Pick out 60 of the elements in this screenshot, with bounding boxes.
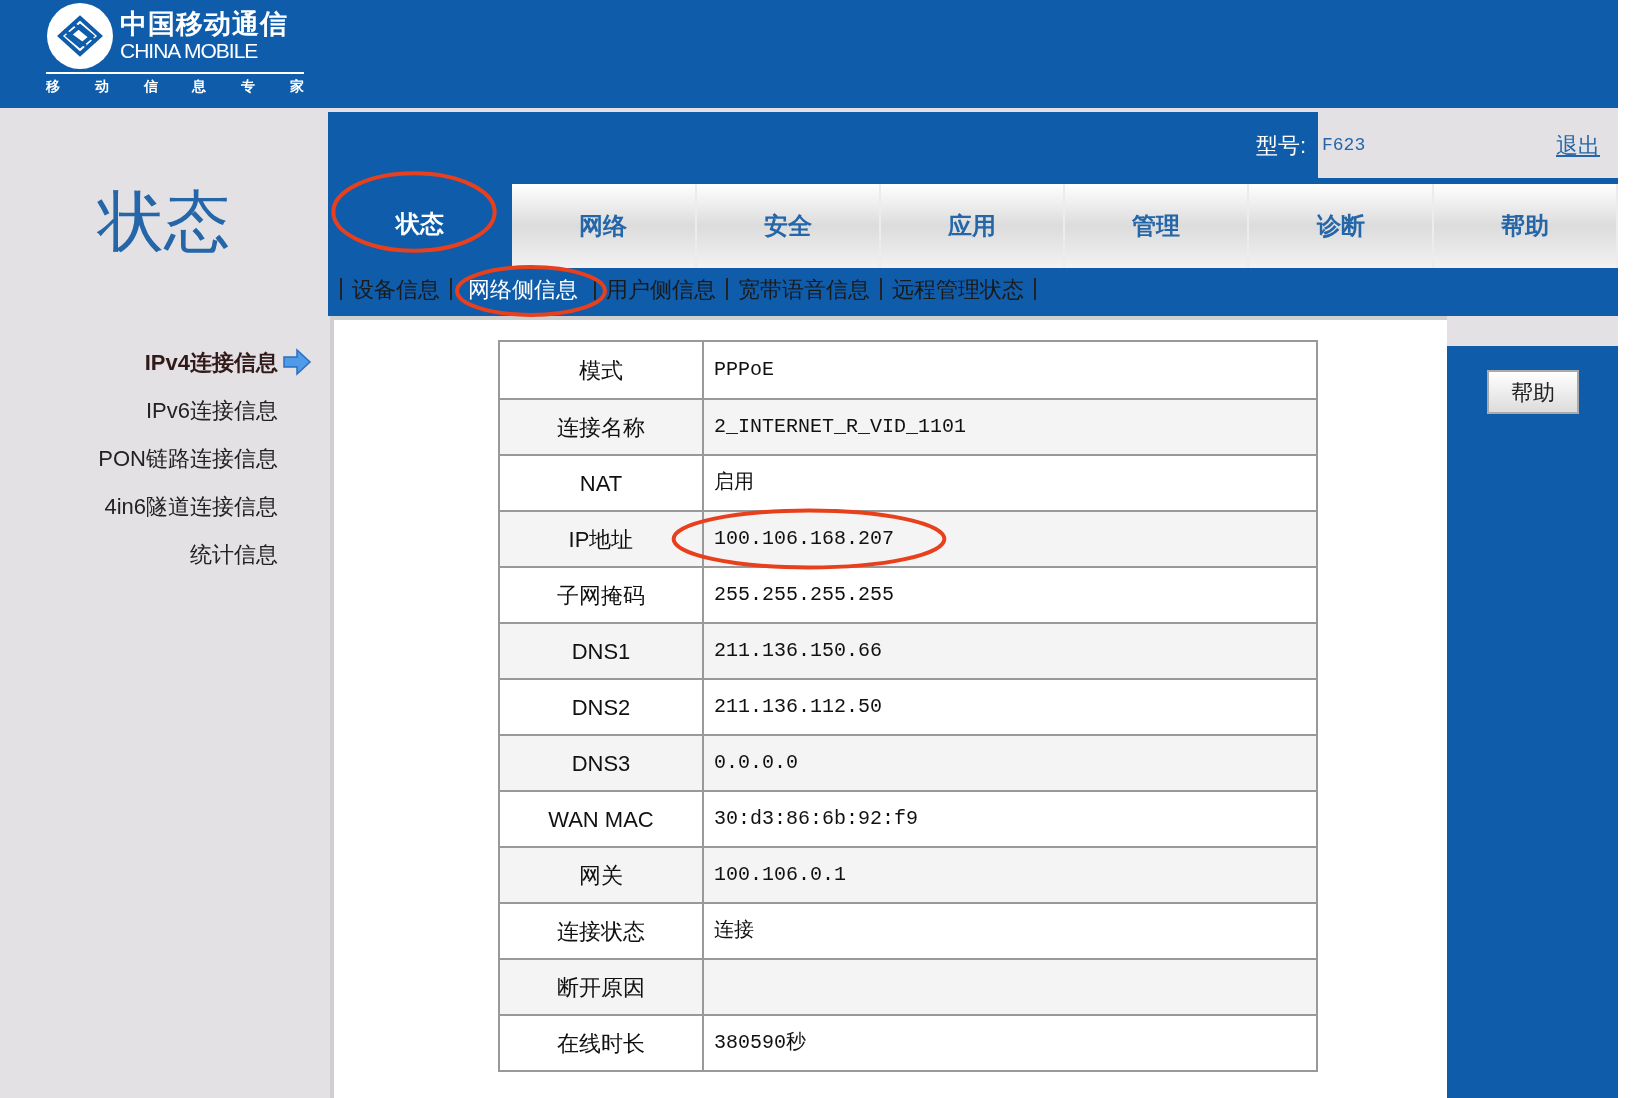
- slogan-character: 信: [143, 77, 158, 96]
- table-cell-text: WAN MAC: [548, 805, 654, 834]
- sidebar-item[interactable]: IPv6连接信息: [145, 393, 278, 427]
- sub-tab[interactable]: 用户侧信息: [606, 276, 716, 302]
- sidebar-item[interactable]: 统计信息: [190, 537, 278, 571]
- table-cell-text: 在线时长: [557, 1029, 645, 1058]
- slogan-character: 家: [290, 77, 304, 96]
- table-cell-text: 模式: [579, 356, 623, 385]
- separator-bar: [450, 278, 452, 300]
- separator-bar: [880, 278, 882, 300]
- nav-tab[interactable]: 应用: [880, 184, 1066, 268]
- sidebar-item[interactable]: IPv4连接信息: [144, 345, 278, 379]
- separator-bar: [1034, 278, 1036, 300]
- table-cell-text: 网关: [579, 861, 623, 890]
- nav-tab[interactable]: 帮助: [1433, 184, 1618, 268]
- slogan-character: 专: [241, 77, 256, 96]
- nav-tab[interactable]: 网络: [512, 184, 697, 268]
- separator-bar: [340, 278, 342, 300]
- table-cell-text: 断开原因: [557, 973, 645, 1002]
- slogan-character: 移: [46, 77, 60, 96]
- table-cell-text: 100.106.168.207: [714, 526, 895, 552]
- table-cell-text: 0.0.0.0: [714, 750, 798, 776]
- nav-tab[interactable]: 安全: [696, 184, 881, 268]
- table-cell-text: 子网掩码: [557, 581, 645, 610]
- sub-tab[interactable]: 设备信息: [352, 276, 440, 302]
- table-cell-text: 255.255.255.255: [714, 582, 895, 608]
- table-cell-text: 连接: [714, 918, 754, 944]
- table-cell-text: DNS3: [571, 749, 631, 778]
- table-cell-text: 2_INTERNET_R_VID_1101: [714, 414, 967, 440]
- model-value: F623: [1322, 133, 1366, 157]
- brand-name-en: CHINA MOBILE: [120, 40, 259, 61]
- table-cell-text: IP地址: [568, 525, 634, 554]
- table-cell-text: DNS1: [571, 637, 631, 666]
- table-cell-text: DNS2: [571, 693, 631, 722]
- table-cell-text: 380590秒: [714, 1030, 806, 1056]
- table-cell-text: 30:d3:86:6b:92:f9: [714, 806, 919, 832]
- brand-name-cn: 中国移动通信: [120, 11, 288, 38]
- nav-tab[interactable]: 管理: [1065, 184, 1250, 268]
- table-cell-text: NAT: [579, 469, 623, 498]
- separator-bar: [726, 278, 728, 300]
- arrow-right-icon: [282, 348, 312, 376]
- model-label: 型号:: [1255, 131, 1306, 160]
- table-cell-text: 连接名称: [557, 413, 645, 442]
- table-cell-text: PPPoE: [714, 357, 774, 383]
- table-cell-text: 启用: [714, 470, 754, 496]
- help-button[interactable]: 帮助: [1486, 370, 1579, 414]
- table-cell-text: 100.106.0.1: [714, 862, 847, 888]
- table-cell-text: 211.136.150.66: [714, 638, 883, 664]
- logout-link[interactable]: 退出: [1556, 128, 1600, 162]
- table-cell-text: 连接状态: [557, 917, 645, 946]
- sidebar-item[interactable]: PON链路连接信息: [98, 441, 278, 475]
- table-cell-text: 211.136.112.50: [714, 694, 883, 720]
- sub-tab[interactable]: 远程管理状态: [892, 276, 1024, 302]
- slogan-character: 动: [94, 77, 109, 96]
- sub-tab[interactable]: 宽带语音信息: [738, 276, 870, 302]
- sidebar-item[interactable]: 4in6隧道连接信息: [104, 489, 278, 523]
- separator-bar: [594, 278, 596, 300]
- section-title: 状态: [98, 181, 230, 262]
- slogan-character: 息: [192, 77, 207, 96]
- nav-tab[interactable]: 诊断: [1249, 184, 1434, 268]
